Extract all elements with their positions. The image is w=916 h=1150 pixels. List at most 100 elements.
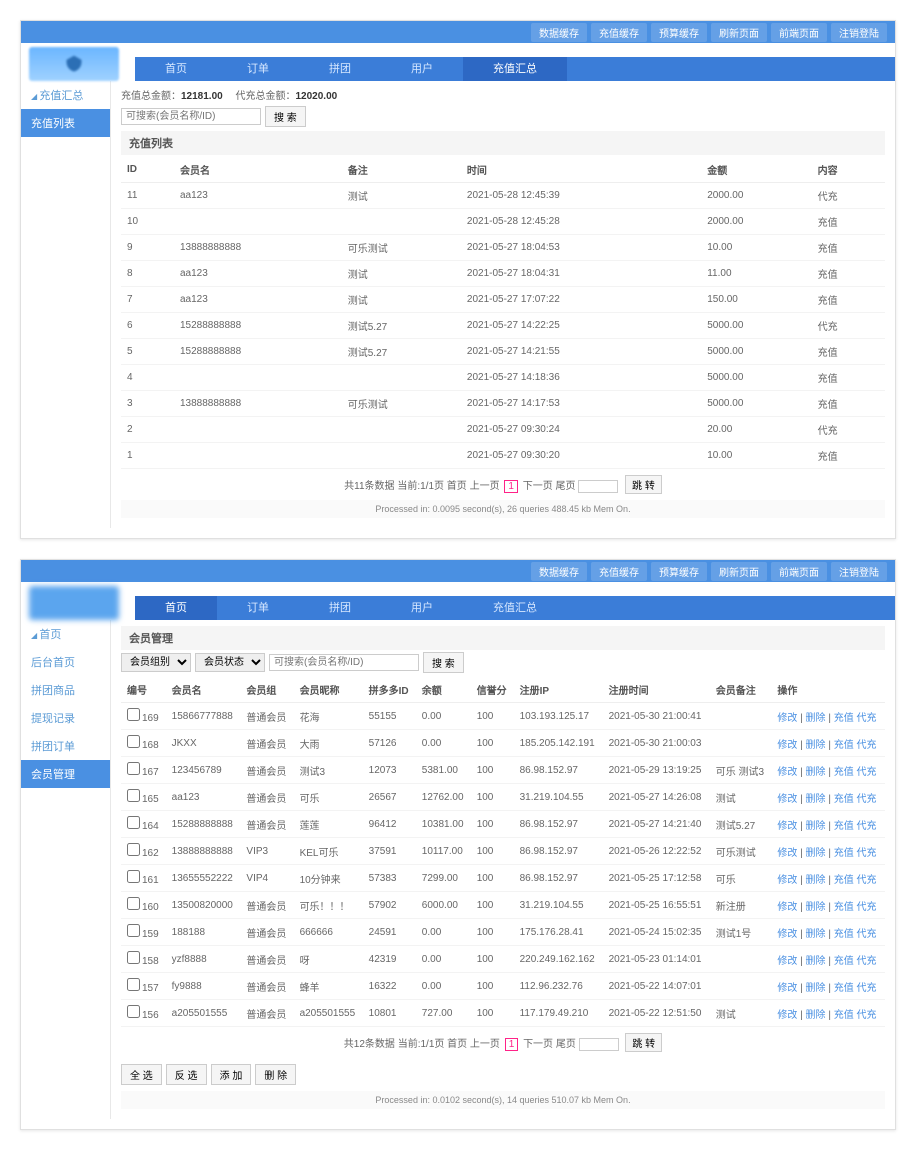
page-number[interactable]: 1: [505, 1038, 519, 1051]
action-link[interactable]: 删除: [806, 1010, 826, 1021]
row-checkbox[interactable]: [127, 897, 140, 910]
tab[interactable]: 首页: [135, 596, 217, 620]
tab[interactable]: 充值汇总: [463, 596, 567, 620]
action-link[interactable]: 充值 代充: [834, 740, 877, 751]
row-checkbox[interactable]: [127, 870, 140, 883]
topbar-button[interactable]: 数据缓存: [531, 23, 587, 42]
action-link[interactable]: 删除: [806, 713, 826, 724]
action-link[interactable]: 充值 代充: [834, 875, 877, 886]
page-input[interactable]: [579, 1038, 619, 1051]
action-link[interactable]: 充值 代充: [834, 794, 877, 805]
status-select[interactable]: 会员状态: [195, 653, 265, 672]
topbar-button[interactable]: 数据缓存: [531, 562, 587, 581]
page-input[interactable]: [578, 480, 618, 493]
page-go-button[interactable]: 跳 转: [625, 475, 662, 494]
sidebar-item[interactable]: 首页: [21, 620, 110, 648]
action-link[interactable]: 修改: [777, 713, 797, 724]
bulk-button[interactable]: 添 加: [211, 1064, 252, 1085]
topbar-button[interactable]: 前端页面: [771, 562, 827, 581]
col-header: 信誉分: [471, 677, 514, 703]
row-checkbox[interactable]: [127, 843, 140, 856]
action-link[interactable]: 充值 代充: [834, 956, 877, 967]
topbar: 数据缓存充值缓存预算缓存刷新页面前端页面注销登陆: [21, 560, 895, 582]
sidebar-item[interactable]: 会员管理: [21, 760, 110, 788]
topbar-button[interactable]: 注销登陆: [831, 23, 887, 42]
sidebar-item[interactable]: 拼团订单: [21, 732, 110, 760]
sidebar-item[interactable]: 拼团商品: [21, 676, 110, 704]
row-checkbox[interactable]: [127, 789, 140, 802]
sidebar-item[interactable]: 充值汇总: [21, 81, 110, 109]
action-link[interactable]: 修改: [777, 1010, 797, 1021]
topbar-button[interactable]: 刷新页面: [711, 562, 767, 581]
action-link[interactable]: 删除: [806, 740, 826, 751]
action-link[interactable]: 删除: [806, 983, 826, 994]
tab[interactable]: 首页: [135, 57, 217, 81]
action-link[interactable]: 充值 代充: [834, 767, 877, 778]
bulk-button[interactable]: 删 除: [255, 1064, 296, 1085]
sidebar-item[interactable]: 提现记录: [21, 704, 110, 732]
sidebar-item[interactable]: 充值列表: [21, 109, 110, 137]
action-link[interactable]: 充值 代充: [834, 983, 877, 994]
group-select[interactable]: 会员组别: [121, 653, 191, 672]
topbar-button[interactable]: 预算缓存: [651, 562, 707, 581]
action-link[interactable]: 充值 代充: [834, 821, 877, 832]
topbar-button[interactable]: 刷新页面: [711, 23, 767, 42]
row-checkbox[interactable]: [127, 1005, 140, 1018]
action-link[interactable]: 修改: [777, 983, 797, 994]
topbar-button[interactable]: 预算缓存: [651, 23, 707, 42]
row-checkbox[interactable]: [127, 708, 140, 721]
tab[interactable]: 拼团: [299, 57, 381, 81]
action-link[interactable]: 删除: [806, 956, 826, 967]
action-link[interactable]: 修改: [777, 767, 797, 778]
footer-stats: Processed in: 0.0095 second(s), 26 queri…: [121, 500, 885, 518]
tab[interactable]: 用户: [381, 57, 463, 81]
action-link[interactable]: 充值 代充: [834, 1010, 877, 1021]
topbar-button[interactable]: 注销登陆: [831, 562, 887, 581]
action-link[interactable]: 充值 代充: [834, 929, 877, 940]
member-table: 编号会员名会员组会员昵称拼多多ID余额信誉分注册IP注册时间会员备注操作 169…: [121, 677, 885, 1027]
action-link[interactable]: 删除: [806, 794, 826, 805]
row-checkbox[interactable]: [127, 951, 140, 964]
action-link[interactable]: 修改: [777, 875, 797, 886]
search-input[interactable]: [121, 108, 261, 125]
search-input[interactable]: [269, 654, 419, 671]
topbar-button[interactable]: 充值缓存: [591, 23, 647, 42]
tab[interactable]: 用户: [381, 596, 463, 620]
search-button[interactable]: 搜 索: [423, 652, 464, 673]
row-checkbox[interactable]: [127, 762, 140, 775]
action-link[interactable]: 修改: [777, 740, 797, 751]
row-checkbox[interactable]: [127, 735, 140, 748]
tab[interactable]: 拼团: [299, 596, 381, 620]
action-link[interactable]: 删除: [806, 902, 826, 913]
search-button[interactable]: 搜 索: [265, 106, 306, 127]
action-link[interactable]: 充值 代充: [834, 902, 877, 913]
row-checkbox[interactable]: [127, 816, 140, 829]
summary-line: 充值总金额：12181.00 代充总金额：12020.00: [121, 87, 885, 102]
row-checkbox[interactable]: [127, 924, 140, 937]
action-link[interactable]: 充值 代充: [834, 848, 877, 859]
action-link[interactable]: 修改: [777, 848, 797, 859]
action-link[interactable]: 修改: [777, 956, 797, 967]
action-link[interactable]: 修改: [777, 929, 797, 940]
bulk-button[interactable]: 全 选: [121, 1064, 162, 1085]
action-link[interactable]: 删除: [806, 848, 826, 859]
sidebar-item[interactable]: 后台首页: [21, 648, 110, 676]
action-link[interactable]: 充值 代充: [834, 713, 877, 724]
action-link[interactable]: 修改: [777, 821, 797, 832]
tab[interactable]: 订单: [217, 596, 299, 620]
action-link[interactable]: 修改: [777, 902, 797, 913]
bulk-button[interactable]: 反 选: [166, 1064, 207, 1085]
page-number[interactable]: 1: [504, 480, 518, 493]
table-row: 8aa123测试2021-05-27 18:04:3111.00充值: [121, 261, 885, 287]
topbar-button[interactable]: 前端页面: [771, 23, 827, 42]
row-checkbox[interactable]: [127, 978, 140, 991]
tab[interactable]: 充值汇总: [463, 57, 567, 81]
action-link[interactable]: 删除: [806, 929, 826, 940]
action-link[interactable]: 删除: [806, 821, 826, 832]
page-go-button[interactable]: 跳 转: [625, 1033, 662, 1052]
tab[interactable]: 订单: [217, 57, 299, 81]
action-link[interactable]: 修改: [777, 794, 797, 805]
topbar-button[interactable]: 充值缓存: [591, 562, 647, 581]
action-link[interactable]: 删除: [806, 767, 826, 778]
action-link[interactable]: 删除: [806, 875, 826, 886]
